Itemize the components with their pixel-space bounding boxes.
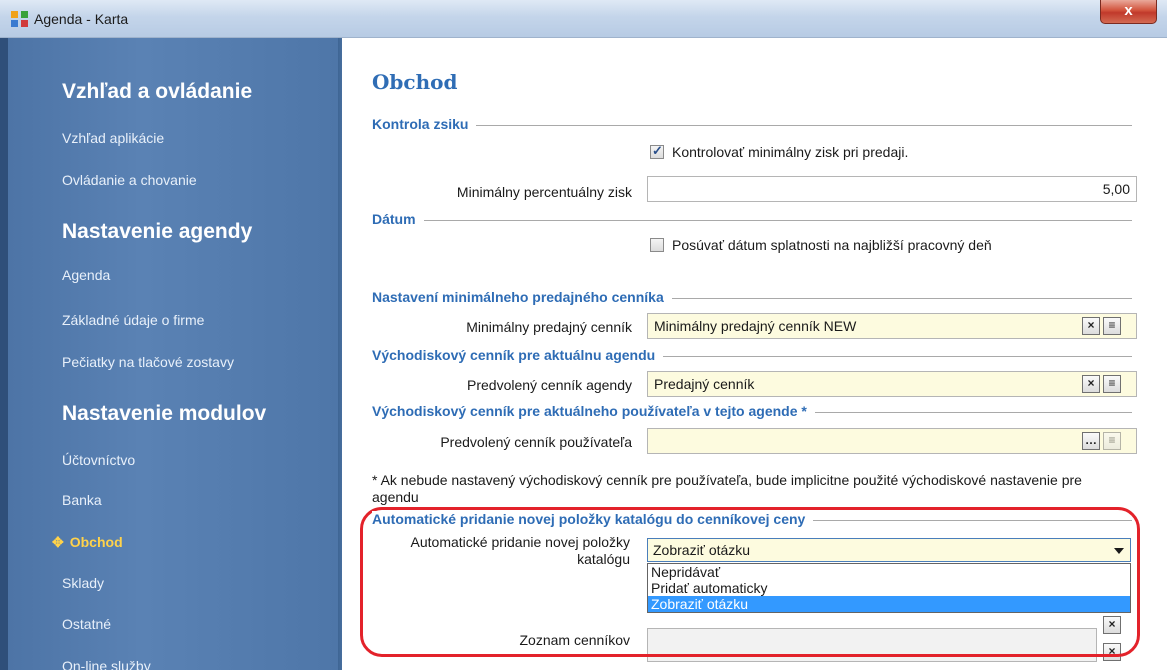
window-title: Agenda - Karta: [34, 11, 129, 27]
app-icon: [11, 11, 28, 27]
group-auto-add: Automatické pridanie novej položky katal…: [372, 511, 1132, 529]
sidebar-item-online-services[interactable]: On-line služby: [62, 658, 151, 670]
sidebar-item-label: Obchod: [69, 534, 123, 550]
auto-add-dropdown: Nepridávať Pridať automaticky Zobraziť o…: [647, 563, 1131, 613]
sidebar-item-agenda[interactable]: Agenda: [62, 267, 110, 283]
min-profit-checkbox-row[interactable]: Kontrolovať minimálny zisk pri predaji.: [650, 143, 909, 160]
default-price-note: * Ak nebude nastavený východiskový cenní…: [372, 472, 1082, 505]
shift-date-label: Posúvať dátum splatnosti na najbližší pr…: [672, 237, 992, 253]
page-title: Obchod: [372, 70, 458, 94]
default-user-field[interactable]: [647, 428, 1137, 454]
group-title: Východiskový cenník pre aktuálnu agendu: [372, 347, 664, 363]
active-marker-icon: ✥: [52, 534, 64, 550]
group-title: Kontrola zsiku: [372, 116, 477, 132]
price-list-label: Zoznam cenníkov: [519, 632, 631, 648]
sidebar-heading-agenda: Nastavenie agendy: [62, 220, 253, 243]
clear-icon[interactable]: ×: [1103, 616, 1121, 634]
group-profit-control: Kontrola zsiku: [372, 116, 1132, 134]
sidebar-item-company-data[interactable]: Základné údaje o firme: [62, 312, 204, 328]
group-title: Východiskový cenník pre aktuálneho použí…: [372, 403, 815, 419]
sidebar-item-obchod[interactable]: ✥ Obchod: [52, 534, 123, 551]
dropdown-option-ask[interactable]: Zobraziť otázku: [648, 596, 1130, 612]
agenda-karta-window: Agenda - Karta x Vzhľad a ovládanie Vzhľ…: [0, 0, 1167, 670]
list-icon[interactable]: ≡: [1103, 375, 1121, 393]
group-title: Dátum: [372, 211, 424, 227]
group-default-user: Východiskový cenník pre aktuálneho použí…: [372, 403, 1132, 421]
sidebar-item-other[interactable]: Ostatné: [62, 616, 111, 632]
min-percent-input[interactable]: 5,00: [647, 176, 1137, 202]
sidebar-item-controls[interactable]: Ovládanie a chovanie: [62, 172, 197, 188]
sidebar-heading-modules: Nastavenie modulov: [62, 402, 267, 425]
min-profit-label: Kontrolovať minimálny zisk pri predaji.: [672, 144, 909, 160]
dropdown-option-none[interactable]: Nepridávať: [648, 564, 1130, 580]
auto-add-label: Automatické pridanie novej položky katal…: [410, 534, 630, 567]
sidebar-item-accounting[interactable]: Účtovníctvo: [62, 452, 135, 468]
auto-add-select-value: Zobraziť otázku: [653, 542, 751, 558]
auto-add-select[interactable]: Zobraziť otázku: [647, 538, 1131, 562]
list-icon: ≡: [1103, 432, 1121, 450]
chevron-down-icon[interactable]: [1114, 548, 1124, 554]
group-date: Dátum: [372, 211, 1132, 229]
main-panel: Obchod Kontrola zsiku Kontrolovať minimá…: [342, 38, 1167, 670]
settings-sidebar: Vzhľad a ovládanie Vzhľad aplikácie Ovlá…: [0, 38, 342, 670]
sidebar-item-stamps[interactable]: Pečiatky na tlačové zostavy: [62, 354, 234, 370]
group-title: Automatické pridanie novej položky katal…: [372, 511, 814, 527]
shift-date-checkbox[interactable]: [650, 238, 664, 252]
shift-date-checkbox-row[interactable]: Posúvať dátum splatnosti na najbližší pr…: [650, 237, 992, 253]
ellipsis-icon[interactable]: …: [1082, 432, 1100, 450]
group-default-agenda: Východiskový cenník pre aktuálnu agendu: [372, 347, 1132, 365]
min-profit-checkbox[interactable]: [650, 143, 664, 159]
min-percent-label: Minimálny percentuálny zisk: [456, 184, 632, 200]
sidebar-item-app-appearance[interactable]: Vzhľad aplikácie: [62, 130, 164, 146]
min-price-label: Minimálny predajný cenník: [466, 319, 632, 335]
list-icon[interactable]: ≡: [1103, 317, 1121, 335]
default-agenda-field[interactable]: Predajný cenník: [647, 371, 1137, 397]
sidebar-item-warehouses[interactable]: Sklady: [62, 575, 104, 591]
sidebar-heading-appearance: Vzhľad a ovládanie: [62, 80, 253, 103]
clear-icon[interactable]: ×: [1103, 643, 1121, 661]
sidebar-item-bank[interactable]: Banka: [62, 492, 102, 508]
close-button[interactable]: x: [1100, 0, 1157, 24]
default-user-label: Predvolený cenník používateľa: [440, 434, 632, 450]
dropdown-option-auto[interactable]: Pridať automaticky: [648, 580, 1130, 596]
title-bar: Agenda - Karta x: [0, 0, 1167, 38]
min-price-field[interactable]: Minimálny predajný cenník NEW: [647, 313, 1137, 339]
clear-icon[interactable]: ×: [1082, 375, 1100, 393]
group-title: Nastavení minimálneho predajného cenníka: [372, 289, 672, 305]
clear-icon[interactable]: ×: [1082, 317, 1100, 335]
default-agenda-label: Predvolený cenník agendy: [467, 377, 632, 393]
group-min-price-list: Nastavení minimálneho predajného cenníka: [372, 289, 1132, 307]
price-list-field[interactable]: [647, 628, 1097, 662]
